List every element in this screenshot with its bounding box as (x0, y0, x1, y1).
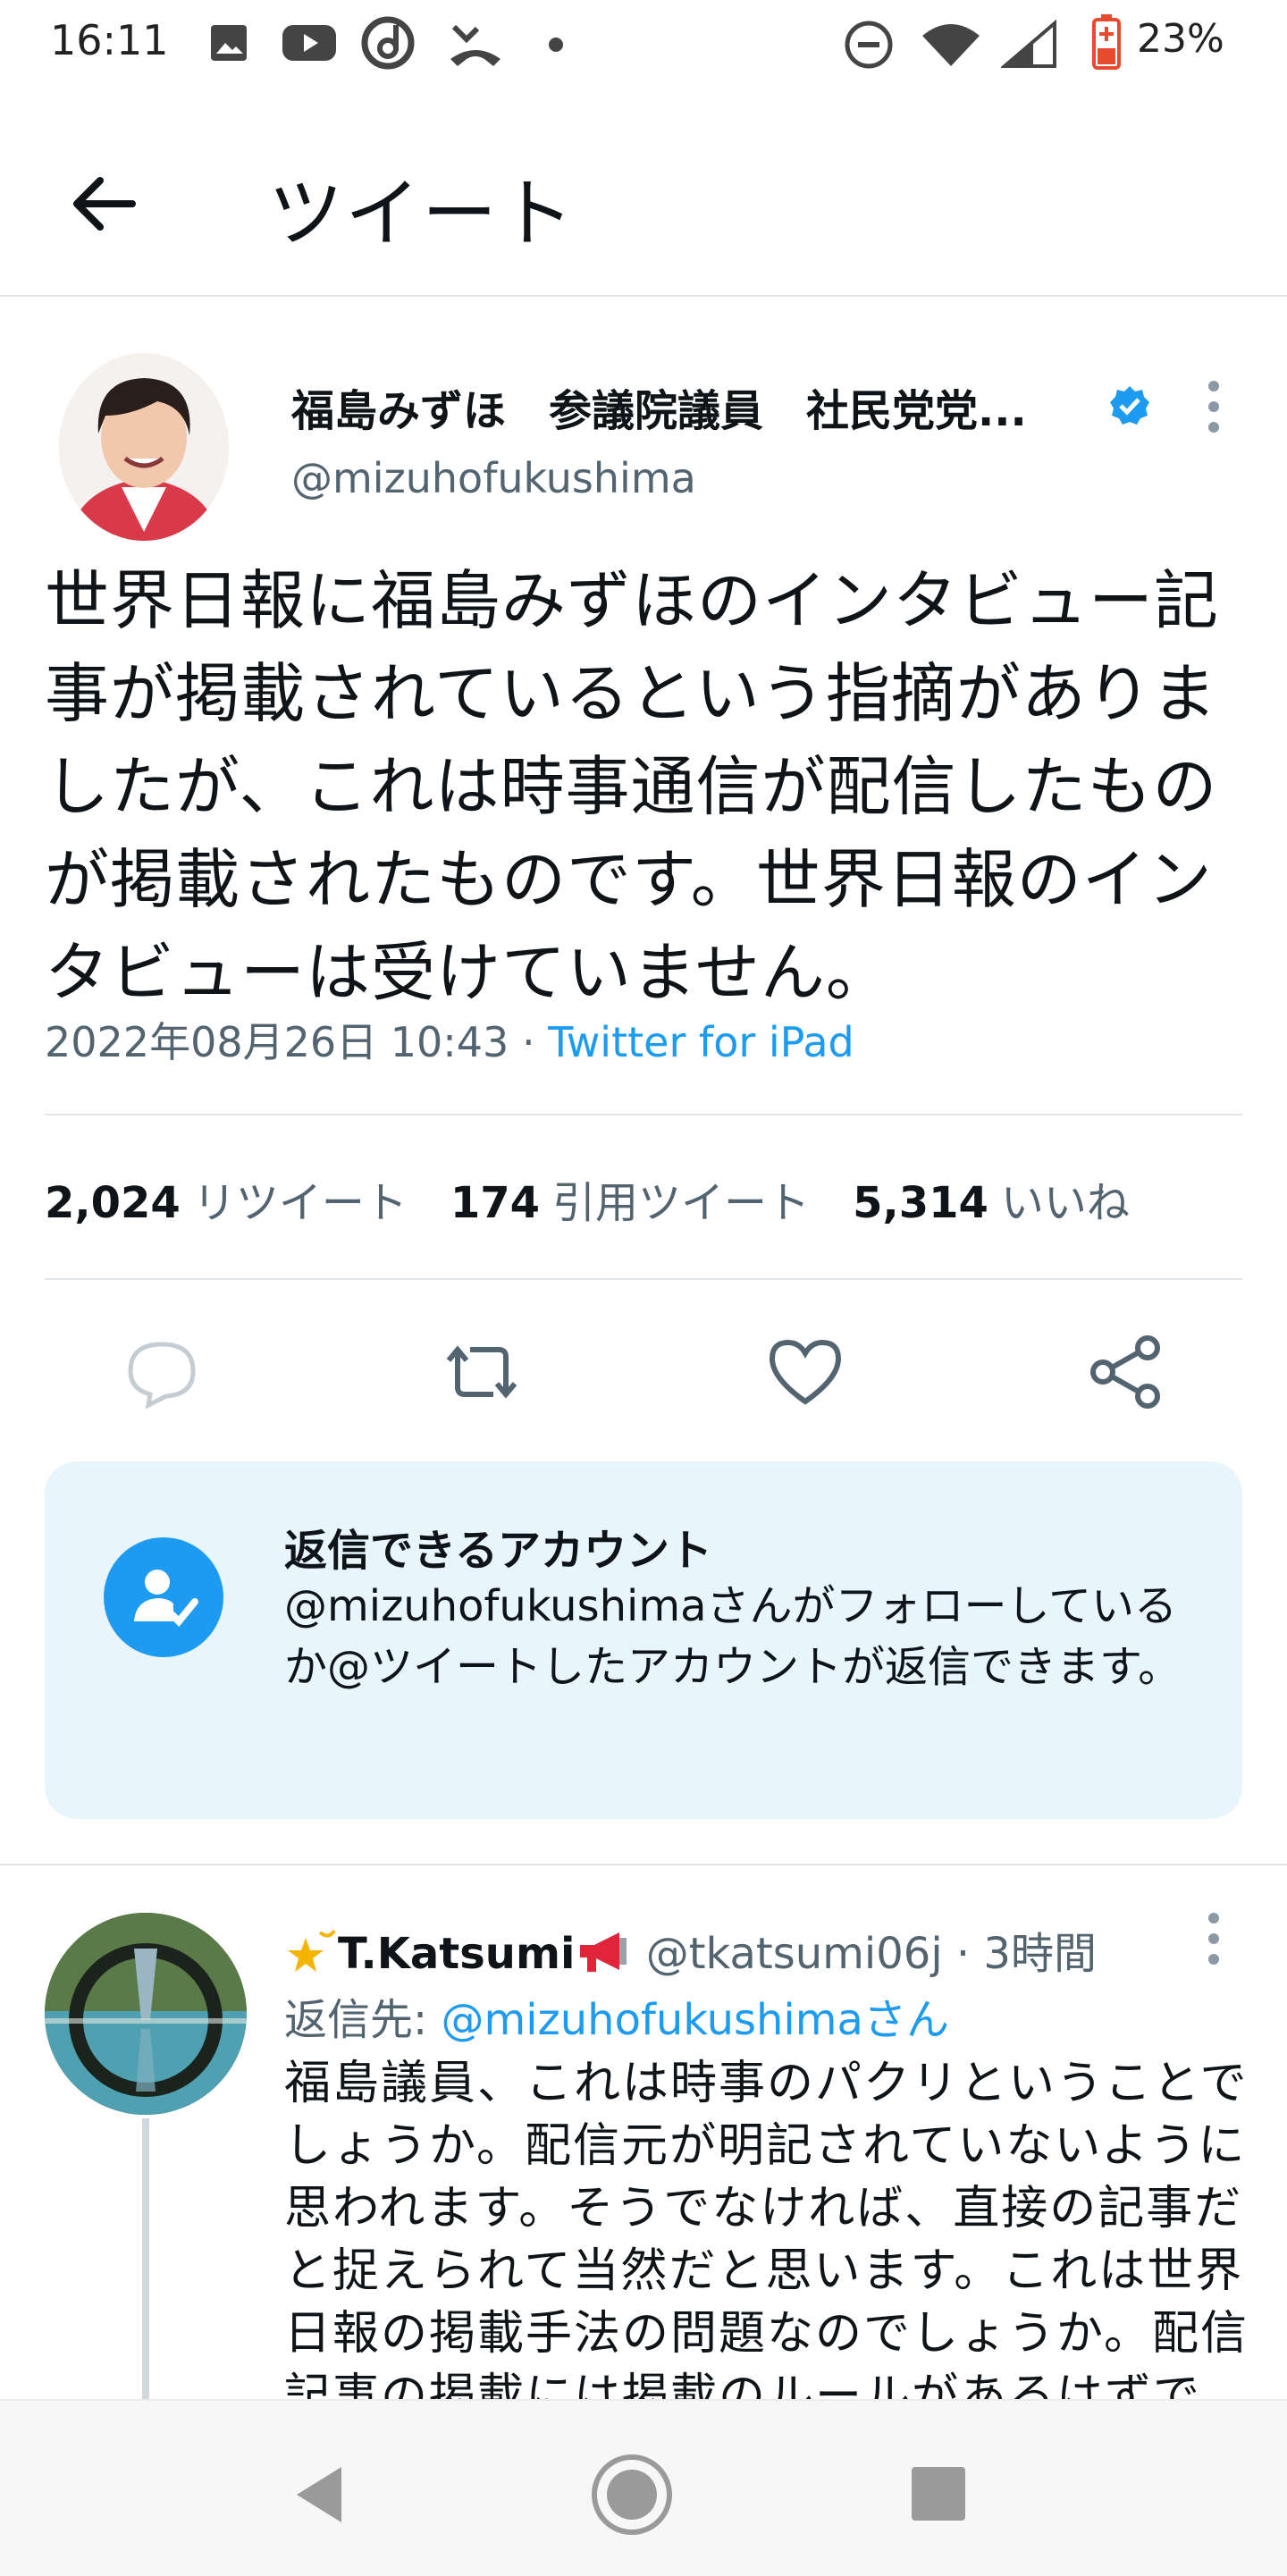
reply-time: · 3時間 (942, 1929, 1097, 1979)
sparkle-star-icon (288, 1929, 336, 1972)
tweet-stats: 2,024 リツイート 174 引用ツイート 5,314 いいね (45, 1167, 1173, 1230)
divider (45, 1114, 1242, 1115)
likes-count[interactable]: 5,314 (853, 1178, 988, 1228)
megaphone-icon (580, 1932, 627, 1972)
like-heart-icon[interactable] (765, 1332, 845, 1412)
restriction-heading: 返信できるアカウント (284, 1526, 713, 1576)
page-title: ツイート (268, 170, 576, 257)
tweet-text: 世界日報に福島みずほのインタビュー記事が掲載されているという指摘がありましたが、… (45, 563, 1220, 1010)
missed-call-icon (450, 24, 500, 66)
tweet-source[interactable]: Twitter for iPad (548, 1018, 854, 1066)
user-check-icon (134, 1570, 198, 1627)
replying-to: 返信先: @mizuhofukushimaさん (284, 1984, 949, 2047)
dnd-icon (845, 21, 893, 69)
likes-label[interactable]: いいね (1001, 1178, 1130, 1228)
verified-badge-icon (1110, 386, 1149, 425)
restriction-body: @mizuhofukushimaさんがフォローしているか@ツイートしたアカウント… (284, 1581, 1182, 1692)
nav-back-icon[interactable] (291, 2463, 349, 2526)
app-header: ツイート (0, 107, 1287, 297)
nav-home-icon[interactable] (590, 2453, 674, 2537)
quotes-count[interactable]: 174 (450, 1178, 540, 1228)
tweet-timestamp[interactable]: 2022年08月26日 10:43 (45, 1018, 509, 1066)
reply-header: T.Katsumi @tkatsumi06j · 3時間 (284, 1918, 1097, 1981)
reply-icon[interactable] (122, 1332, 202, 1412)
dot-icon (549, 38, 563, 52)
youtube-icon (282, 25, 336, 61)
reply-more-options-icon[interactable] (1196, 1907, 1232, 1970)
status-bar: 16:11 23% (0, 0, 1287, 86)
restriction-badge (104, 1537, 223, 1657)
replying-to-link[interactable]: @mizuhofukushimaさん (441, 1995, 949, 2045)
divider (0, 1864, 1287, 1865)
reply-author-avatar[interactable] (45, 1913, 247, 2115)
divider (45, 1278, 1242, 1280)
share-icon[interactable] (1087, 1332, 1167, 1412)
meta-separator: · (509, 1018, 549, 1066)
wifi-icon (922, 24, 980, 66)
back-arrow-icon[interactable] (68, 166, 143, 241)
status-time: 16:11 (50, 16, 169, 64)
d-app-icon (361, 16, 415, 70)
reply-text: 福島議員、これは時事のパクリということでしょうか。配信元が明記されていないように… (284, 2057, 1249, 2423)
system-nav-bar (0, 2399, 1287, 2576)
gallery-icon (211, 25, 247, 61)
quotes-label[interactable]: 引用ツイート (552, 1178, 810, 1228)
retweet-icon[interactable] (442, 1332, 522, 1412)
battery-percent: 23% (1137, 16, 1224, 62)
nav-recents-icon[interactable] (910, 2465, 967, 2522)
reply-author-name[interactable]: T.Katsumi (338, 1929, 575, 1979)
more-options-icon[interactable] (1196, 375, 1232, 438)
battery-icon (1092, 14, 1121, 70)
author-name[interactable]: 福島みずほ 参議院議員 社民党党... (291, 375, 1027, 438)
author-handle[interactable]: @mizuhofukushima (291, 454, 696, 502)
replying-to-label: 返信先: (284, 1995, 442, 2045)
signal-icon (1001, 20, 1056, 68)
reply-restriction-box: 返信できるアカウント @mizuhofukushimaさんがフォローしているか@… (45, 1461, 1242, 1819)
author-avatar[interactable] (59, 353, 229, 541)
reply-author-handle[interactable]: @tkatsumi06j (646, 1929, 943, 1979)
retweets-label[interactable]: リツイート (193, 1178, 408, 1228)
retweets-count[interactable]: 2,024 (45, 1178, 181, 1228)
tweet-meta: 2022年08月26日 10:43 · Twitter for iPad (45, 1010, 854, 1069)
